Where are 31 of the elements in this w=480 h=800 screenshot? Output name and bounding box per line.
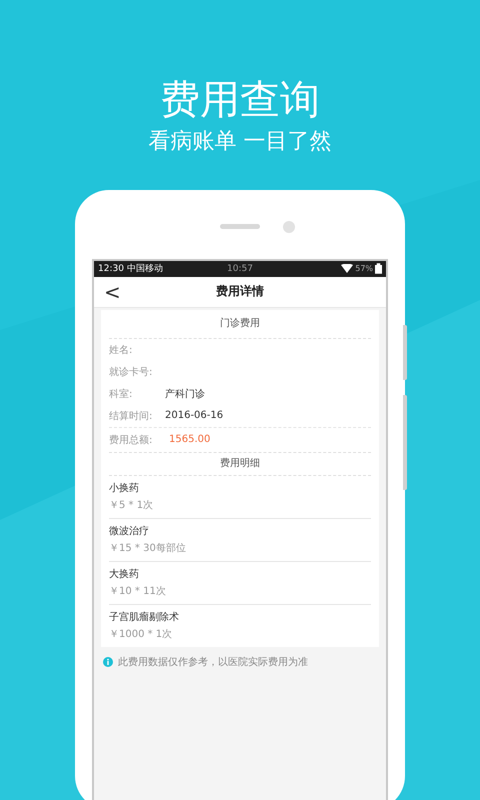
field-value: 2016-06-16 <box>165 410 224 422</box>
wifi-icon <box>341 264 354 274</box>
item-name: 大换药 <box>109 568 140 582</box>
section-heading: 门诊费用 <box>109 310 371 339</box>
field-label: 结算时间: <box>109 410 154 423</box>
item-name: 子宫肌瘤剔除术 <box>109 610 180 624</box>
subheadline: 看病账单 一目了然 <box>148 128 332 156</box>
battery-percent: 57% <box>355 264 374 274</box>
camera-dot <box>283 221 295 233</box>
item-price: ￥5 * 1次 <box>109 499 154 512</box>
clock: 10:57 <box>226 264 254 274</box>
field-label: 就诊卡号: <box>109 366 154 379</box>
field-label: 姓名: <box>109 344 134 357</box>
back-button[interactable]: < <box>94 280 131 304</box>
info-icon <box>103 656 113 667</box>
field-value: 1565.00 <box>169 434 210 446</box>
speaker-slot <box>220 224 260 229</box>
item-price: ￥15 * 30每部位 <box>109 542 187 556</box>
item-price: ￥10 * 11次 <box>109 585 167 598</box>
item-price: ￥1000 * 1次 <box>109 628 174 642</box>
field-label: 科室: <box>109 388 134 401</box>
carrier-time: 12:30 中国移动 <box>98 262 164 276</box>
disclaimer-text: 此费用数据仅作参考，以医院实际费用为准 <box>118 656 308 669</box>
field-label: 费用总额: <box>109 434 154 447</box>
section-heading: 费用明细 <box>109 452 371 476</box>
field-value: 产科门诊 <box>165 388 205 401</box>
item-name: 小换药 <box>109 482 140 496</box>
battery-icon <box>375 263 382 274</box>
headline: 费用查询 <box>160 76 320 124</box>
item-name: 微波治疗 <box>109 524 150 538</box>
page-title: 费用详情 <box>215 283 265 300</box>
